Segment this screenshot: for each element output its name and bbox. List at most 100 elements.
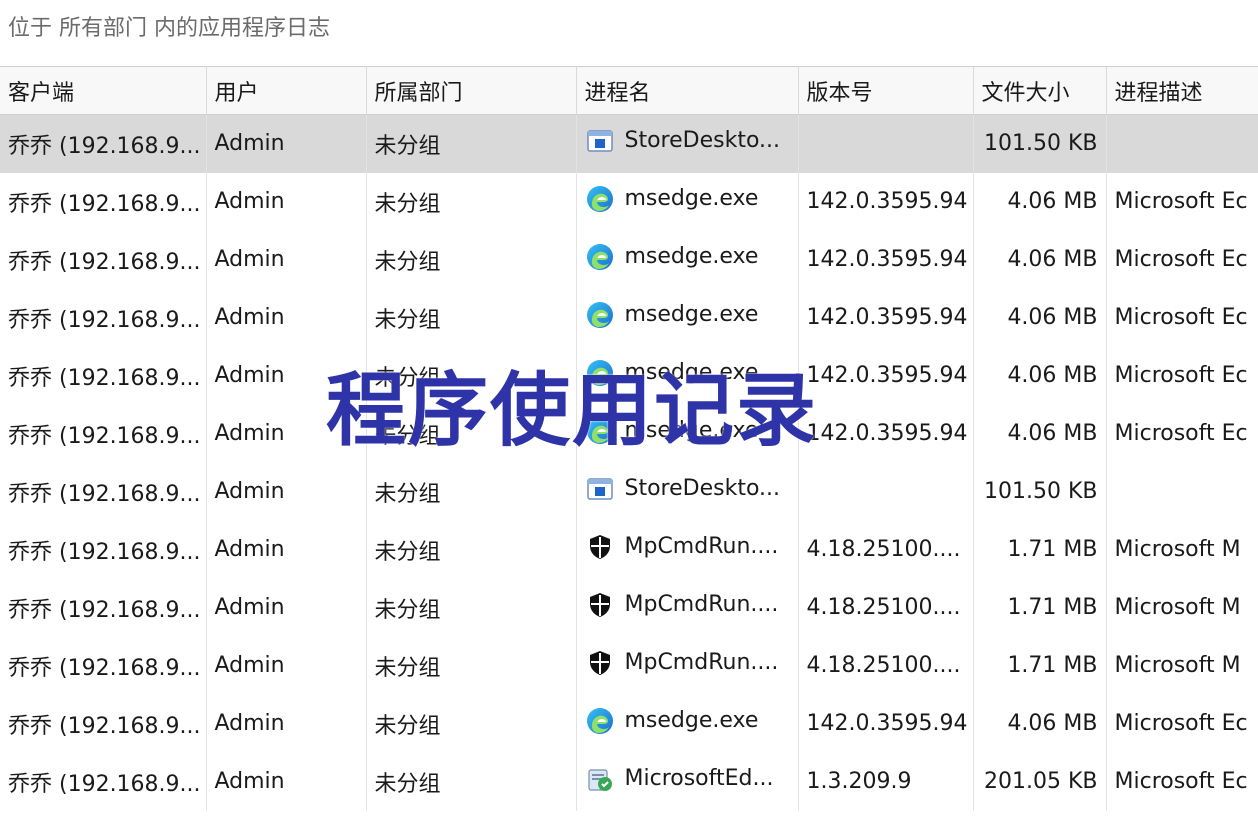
cell-file-size: 1.71 MB xyxy=(973,636,1107,695)
cell-file-size: 4.06 MB xyxy=(973,346,1107,405)
cell-process-description: Microsoft Ec xyxy=(1106,172,1258,231)
process-name-text: msedge.exe xyxy=(624,244,759,269)
cell-user: Admin xyxy=(206,578,367,637)
cell-version: 142.0.3595.94 xyxy=(798,694,974,753)
cell-process-description: Microsoft Ec xyxy=(1106,346,1258,405)
process-name-text: StoreDeskto... xyxy=(624,476,781,501)
cell-process-description: Microsoft Ec xyxy=(1106,404,1258,463)
cell-process-description: Microsoft Ec xyxy=(1106,752,1258,811)
cell-client: 乔乔 (192.168.9... xyxy=(0,578,207,637)
cell-file-size: 1.71 MB xyxy=(973,578,1107,637)
cell-department: 未分组 xyxy=(366,172,577,231)
cell-department: 未分组 xyxy=(366,520,577,579)
edge-icon xyxy=(585,300,615,330)
log-scope-caption: 位于 所有部门 内的应用程序日志 xyxy=(8,16,330,41)
column-header-file-size[interactable]: 文件大小 xyxy=(973,66,1107,115)
cell-process-name: msedge.exe xyxy=(576,230,799,289)
cell-process-description: Microsoft M xyxy=(1106,578,1258,637)
process-name-text: MpCmdRun.... xyxy=(624,534,779,559)
cell-user: Admin xyxy=(206,230,367,289)
store-desktop-icon xyxy=(585,126,615,156)
column-header-client[interactable]: 客户端 xyxy=(0,66,207,115)
table-body: 乔乔 (192.168.9... Admin 未分组 StoreDeskto... 10… xyxy=(0,114,1258,811)
cell-department: 未分组 xyxy=(366,694,577,753)
table-row[interactable]: 乔乔 (192.168.9... Admin 未分组 StoreDeskto... 10… xyxy=(0,462,1258,521)
edge-icon xyxy=(585,242,615,272)
cell-user: Admin xyxy=(206,288,367,347)
cell-department: 未分组 xyxy=(366,114,577,173)
cell-user: Admin xyxy=(206,114,367,173)
cell-client: 乔乔 (192.168.9... xyxy=(0,694,207,753)
cell-department: 未分组 xyxy=(366,462,577,521)
cell-file-size: 4.06 MB xyxy=(973,230,1107,289)
column-header-user[interactable]: 用户 xyxy=(206,66,367,115)
cell-version: 1.3.209.9 xyxy=(798,752,974,811)
cell-process-name: StoreDeskto... xyxy=(576,114,799,173)
process-name-text: MpCmdRun.... xyxy=(624,650,779,675)
cell-process-name: MpCmdRun.... xyxy=(576,520,799,579)
store-desktop-icon xyxy=(585,474,615,504)
process-name-text: msedge.exe xyxy=(624,708,759,733)
table-row[interactable]: 乔乔 (192.168.9... Admin 未分组 MpCmdRun.... 4.18… xyxy=(0,578,1258,637)
cell-file-size: 101.50 KB xyxy=(973,462,1107,521)
cell-process-description xyxy=(1106,462,1258,521)
cell-process-description: Microsoft Ec xyxy=(1106,288,1258,347)
cell-client: 乔乔 (192.168.9... xyxy=(0,462,207,521)
cell-client: 乔乔 (192.168.9... xyxy=(0,404,207,463)
cell-user: Admin xyxy=(206,752,367,811)
defender-shield-icon xyxy=(585,590,615,620)
column-header-version[interactable]: 版本号 xyxy=(798,66,974,115)
column-header-process-name[interactable]: 进程名 xyxy=(576,66,799,115)
watermark-overlay: 程序使用记录 xyxy=(326,364,818,457)
cell-user: Admin xyxy=(206,462,367,521)
cell-process-description xyxy=(1106,114,1258,173)
cell-client: 乔乔 (192.168.9... xyxy=(0,288,207,347)
cell-file-size: 201.05 KB xyxy=(973,752,1107,811)
table-row[interactable]: 乔乔 (192.168.9... Admin 未分组 msedge.exe 142.0.… xyxy=(0,172,1258,231)
cell-version: 4.18.25100.... xyxy=(798,520,974,579)
cell-client: 乔乔 (192.168.9... xyxy=(0,172,207,231)
cell-version: 142.0.3595.94 xyxy=(798,346,974,405)
cell-user: Admin xyxy=(206,520,367,579)
cell-file-size: 4.06 MB xyxy=(973,404,1107,463)
table-row[interactable]: 乔乔 (192.168.9... Admin 未分组 StoreDeskto... 10… xyxy=(0,114,1258,173)
process-name-text: msedge.exe xyxy=(624,302,759,327)
cell-client: 乔乔 (192.168.9... xyxy=(0,230,207,289)
cell-process-description: Microsoft Ec xyxy=(1106,230,1258,289)
cell-client: 乔乔 (192.168.9... xyxy=(0,346,207,405)
table-row[interactable]: 乔乔 (192.168.9... Admin 未分组 MpCmdRun.... 4.18… xyxy=(0,520,1258,579)
process-name-text: MpCmdRun.... xyxy=(624,592,779,617)
table-row[interactable]: 乔乔 (192.168.9... Admin 未分组 MpCmdRun.... 4.18… xyxy=(0,636,1258,695)
column-header-process-description[interactable]: 进程描述 xyxy=(1106,66,1258,115)
cell-file-size: 4.06 MB xyxy=(973,288,1107,347)
defender-shield-icon xyxy=(585,532,615,562)
cell-process-name: msedge.exe xyxy=(576,172,799,231)
table-row[interactable]: 乔乔 (192.168.9... Admin 未分组 msedge.exe 142.0.… xyxy=(0,230,1258,289)
cell-department: 未分组 xyxy=(366,636,577,695)
process-name-text: StoreDeskto... xyxy=(624,128,781,154)
table-row[interactable]: 乔乔 (192.168.9... Admin 未分组 msedge.exe 142.0.… xyxy=(0,694,1258,753)
cell-process-name: MpCmdRun.... xyxy=(576,636,799,695)
cell-version: 142.0.3595.94 xyxy=(798,404,974,463)
cell-process-name: StoreDeskto... xyxy=(576,462,799,521)
edge-icon xyxy=(585,706,615,736)
column-header-department[interactable]: 所属部门 xyxy=(366,66,577,115)
cell-user: Admin xyxy=(206,636,367,695)
table-row[interactable]: 乔乔 (192.168.9... Admin 未分组 msedge.exe 142.0.… xyxy=(0,288,1258,347)
table-row[interactable]: 乔乔 (192.168.9... Admin 未分组 MicrosoftEd... 1.… xyxy=(0,752,1258,811)
cell-file-size: 4.06 MB xyxy=(973,694,1107,753)
cell-process-description: Microsoft Ec xyxy=(1106,694,1258,753)
cell-version: 4.18.25100.... xyxy=(798,578,974,637)
cell-process-name: MpCmdRun.... xyxy=(576,578,799,637)
cell-client: 乔乔 (192.168.9... xyxy=(0,520,207,579)
process-name-text: msedge.exe xyxy=(624,186,759,211)
cell-client: 乔乔 (192.168.9... xyxy=(0,636,207,695)
cell-version: 142.0.3595.94 xyxy=(798,172,974,231)
cell-user: Admin xyxy=(206,694,367,753)
cell-file-size: 1.71 MB xyxy=(973,520,1107,579)
defender-shield-icon xyxy=(585,648,615,678)
cell-process-name: msedge.exe xyxy=(576,288,799,347)
cell-department: 未分组 xyxy=(366,230,577,289)
cell-department: 未分组 xyxy=(366,578,577,637)
cell-process-name: msedge.exe xyxy=(576,694,799,753)
